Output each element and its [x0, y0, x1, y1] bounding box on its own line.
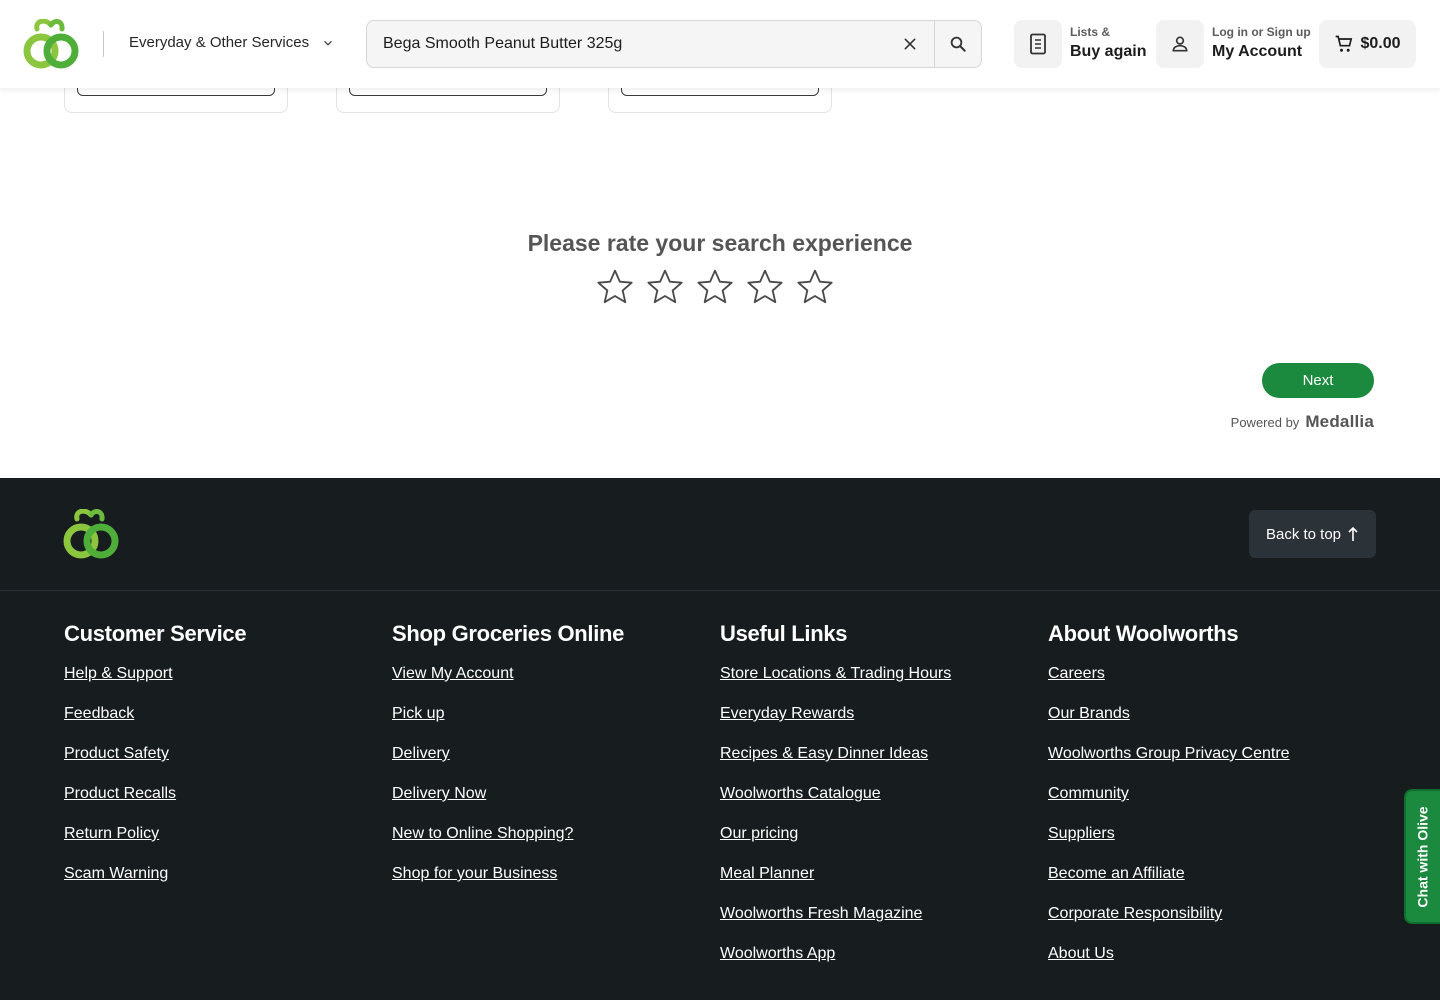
- footer-link[interactable]: View My Account: [392, 664, 624, 704]
- footer-heading: Useful Links: [720, 621, 848, 646]
- footer-link[interactable]: Delivery: [392, 744, 624, 784]
- services-label: Everyday & Other Services: [129, 34, 310, 51]
- footer-link[interactable]: Feedback: [64, 704, 246, 744]
- footer-link[interactable]: Recipes & Easy Dinner Ideas: [720, 744, 951, 784]
- woolworths-logo-icon[interactable]: [23, 19, 79, 69]
- footer-heading: Customer Service: [64, 621, 247, 646]
- back-to-top-button[interactable]: Back to top: [1249, 510, 1376, 558]
- footer-link[interactable]: Corporate Responsibility: [1048, 904, 1290, 944]
- search-icon: [950, 36, 966, 52]
- woolworths-logo-icon[interactable]: [63, 509, 119, 559]
- chat-with-olive-button[interactable]: Chat with Olive: [1404, 789, 1440, 924]
- footer-link[interactable]: Help & Support: [64, 664, 246, 704]
- footer-link[interactable]: Careers: [1048, 664, 1290, 704]
- footer-link[interactable]: Delivery Now: [392, 784, 624, 824]
- footer-column-shop-groceries: Shop Groceries Online View My Account Pi…: [392, 621, 624, 904]
- list-icon: [1030, 33, 1046, 55]
- footer-link[interactable]: Meal Planner: [720, 864, 951, 904]
- footer-link[interactable]: Everyday Rewards: [720, 704, 951, 744]
- cart-total: $0.00: [1360, 35, 1401, 52]
- footer-link[interactable]: Return Policy: [64, 824, 246, 864]
- search-bar: [366, 20, 982, 68]
- star-icon[interactable]: [745, 266, 785, 308]
- search-submit-button[interactable]: [934, 21, 981, 67]
- footer-divider: [0, 590, 1440, 591]
- footer-link[interactable]: Become an Affiliate: [1048, 864, 1290, 904]
- footer-link[interactable]: New to Online Shopping?: [392, 824, 624, 864]
- survey-title: Please rate your search experience: [527, 230, 913, 256]
- close-icon: [904, 38, 916, 50]
- footer-heading: Shop Groceries Online: [392, 621, 625, 646]
- services-dropdown[interactable]: Everyday & Other Services: [129, 34, 335, 51]
- footer-link[interactable]: Woolworths Group Privacy Centre: [1048, 744, 1290, 784]
- account-button[interactable]: [1156, 20, 1204, 68]
- back-to-top-label: Back to top: [1265, 525, 1342, 543]
- chevron-down-icon: [324, 40, 332, 46]
- footer-link[interactable]: About Us: [1048, 944, 1290, 984]
- account-small-label[interactable]: Log in or Sign up: [1212, 25, 1311, 39]
- footer-column-customer-service: Customer Service Help & Support Feedback…: [64, 621, 247, 904]
- footer-link[interactable]: Woolworths App: [720, 944, 951, 984]
- footer-link[interactable]: Woolworths Fresh Magazine: [720, 904, 951, 944]
- medallia-logo: Medallia: [1305, 412, 1374, 431]
- cart-icon: [1336, 35, 1353, 52]
- search-input[interactable]: [367, 21, 886, 67]
- footer-column-about-woolworths: About Woolworths Careers Our Brands Wool…: [1048, 621, 1290, 984]
- lists-big-label[interactable]: Buy again: [1070, 43, 1146, 61]
- cart-button[interactable]: $0.00: [1319, 20, 1416, 68]
- footer-link[interactable]: Suppliers: [1048, 824, 1290, 864]
- clear-search-button[interactable]: [886, 21, 934, 67]
- star-rating: [595, 266, 835, 308]
- footer-link[interactable]: Our Brands: [1048, 704, 1290, 744]
- star-icon[interactable]: [695, 266, 735, 308]
- footer-column-useful-links: Useful Links Store Locations & Trading H…: [720, 621, 951, 984]
- lists-small-label[interactable]: Lists &: [1070, 25, 1110, 39]
- footer-link[interactable]: Store Locations & Trading Hours: [720, 664, 951, 704]
- user-icon: [1172, 36, 1188, 52]
- footer-heading: About Woolworths: [1048, 621, 1239, 646]
- account-big-label[interactable]: My Account: [1212, 43, 1302, 61]
- footer-link[interactable]: Product Recalls: [64, 784, 246, 824]
- site-header: Everyday & Other Services Lists & Buy ag…: [0, 0, 1440, 88]
- footer-link[interactable]: Shop for your Business: [392, 864, 624, 904]
- star-icon[interactable]: [645, 266, 685, 308]
- site-footer: Back to top Customer Service Help & Supp…: [0, 478, 1440, 1000]
- footer-link[interactable]: Product Safety: [64, 744, 246, 784]
- footer-link[interactable]: Woolworths Catalogue: [720, 784, 951, 824]
- footer-link[interactable]: Our pricing: [720, 824, 951, 864]
- header-divider: [103, 31, 104, 57]
- lists-button[interactable]: [1014, 20, 1062, 68]
- star-icon[interactable]: [795, 266, 835, 308]
- footer-link[interactable]: Community: [1048, 784, 1290, 824]
- chat-label: Chat with Olive: [1415, 805, 1431, 908]
- star-icon[interactable]: [595, 266, 635, 308]
- arrow-up-icon: [1348, 526, 1358, 541]
- powered-by-label: Powered by: [1230, 415, 1300, 430]
- powered-by: Powered by Medallia: [1231, 412, 1374, 432]
- footer-link[interactable]: Pick up: [392, 704, 624, 744]
- next-button[interactable]: Next: [1262, 363, 1374, 398]
- footer-link[interactable]: Scam Warning: [64, 864, 246, 904]
